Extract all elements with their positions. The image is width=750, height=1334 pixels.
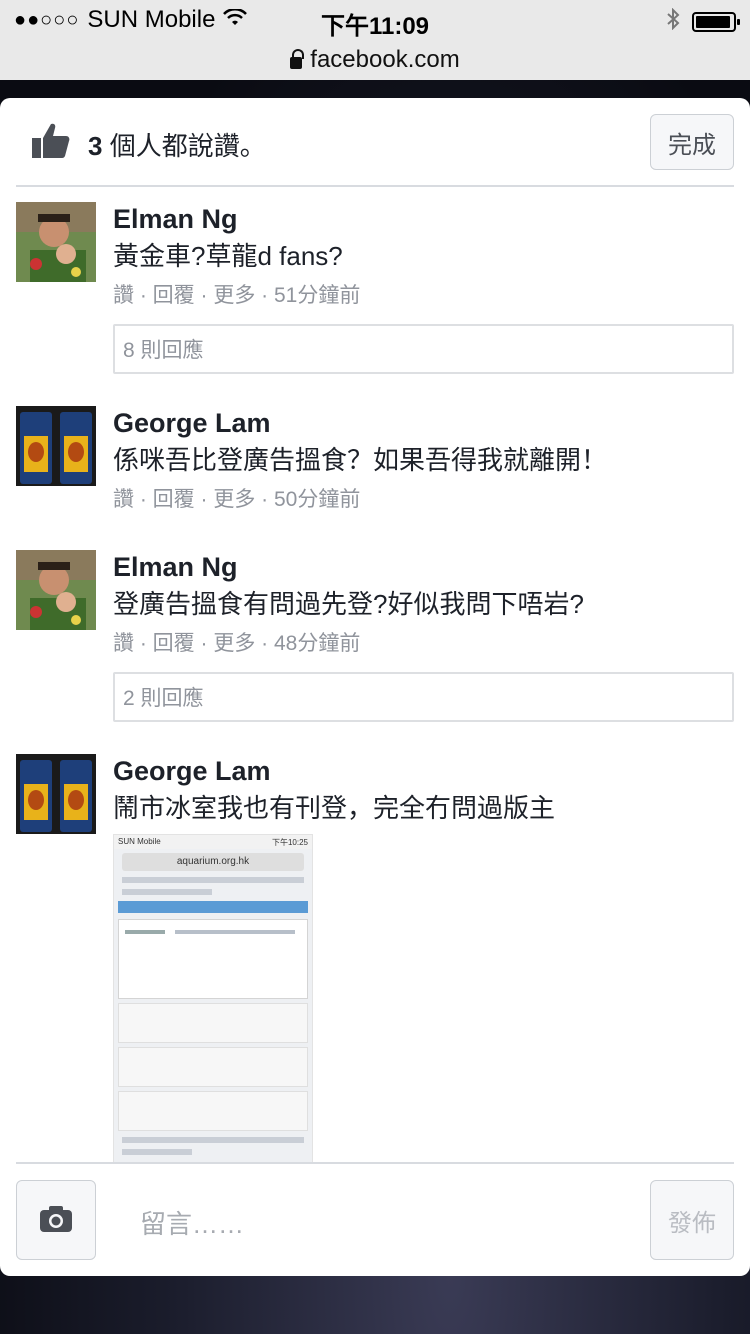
attachment-line <box>122 889 212 895</box>
comment-text: 鬧市冰室我也有刊登，完全冇問過版主 <box>113 793 556 823</box>
divider <box>16 185 734 187</box>
url-text: facebook.com <box>310 46 460 73</box>
url-bar[interactable]: facebook.com <box>0 40 750 80</box>
dialog-header: 3 個人都說讚。 完成 <box>0 98 750 188</box>
status-right <box>666 7 740 36</box>
attachment-header-row <box>118 901 308 913</box>
comment-text: 黃金車?草龍d fans? <box>113 241 343 271</box>
comment-text: 登廣告搵食有問過先登?好似我問下唔岩? <box>113 589 584 619</box>
attachment-line <box>122 877 304 883</box>
comment-actions[interactable]: 讚 · 回覆 · 更多 · 50分鐘前 <box>113 486 734 514</box>
comment-body: George Lam 係咪吾比登廣告搵食？如果吾得我就離開！ 讚 · 回覆 · … <box>113 406 734 514</box>
attached-screenshot[interactable]: SUN Mobile 下午10:25 aquarium.org.hk <box>113 834 313 1164</box>
attachment-post-row <box>118 1091 308 1131</box>
thumbs-up-icon <box>30 120 72 162</box>
clock: 下午11:09 <box>320 13 430 40</box>
view-replies-button[interactable]: 2 則回應 <box>113 672 734 722</box>
comment-text: 係咪吾比登廣告搵食？如果吾得我就離開！ <box>113 445 608 475</box>
comment-author[interactable]: George Lam <box>113 406 734 440</box>
bluetooth-icon <box>666 7 680 36</box>
comment-actions[interactable]: 讚 · 回覆 · 更多 · 51分鐘前 <box>113 282 734 310</box>
likes-summary[interactable]: 3 個人都說讚。 <box>88 126 266 163</box>
attachment-status-bar: SUN Mobile 下午10:25 <box>114 835 312 849</box>
avatar[interactable] <box>16 550 96 630</box>
comment-body: Elman Ng 黃金車?草龍d fans? 讚 · 回覆 · 更多 · 51分… <box>113 202 734 374</box>
done-button[interactable]: 完成 <box>650 114 734 170</box>
status-bar: ●●○○○ SUN Mobile 下午11:09 <box>0 0 750 40</box>
comment-body: George Lam 鬧市冰室我也有刊登，完全冇問過版主 SUN Mobile … <box>113 754 734 1164</box>
attachment-line <box>122 1149 192 1155</box>
comment-author[interactable]: Elman Ng <box>113 550 734 584</box>
lock-icon <box>290 49 305 69</box>
avatar[interactable] <box>16 202 96 282</box>
attachment-line <box>122 1137 304 1143</box>
camera-button[interactable] <box>16 1180 96 1260</box>
attachment-post-row <box>118 1047 308 1087</box>
comment-actions[interactable]: 讚 · 回覆 · 更多 · 48分鐘前 <box>113 630 734 658</box>
avatar[interactable] <box>16 754 96 834</box>
attachment-url: aquarium.org.hk <box>122 853 304 871</box>
avatar[interactable] <box>16 406 96 486</box>
attachment-post-row <box>118 1003 308 1043</box>
comment-body: Elman Ng 登廣告搵食有問過先登?好似我問下唔岩? 讚 · 回覆 · 更多… <box>113 550 734 722</box>
camera-icon <box>38 1204 74 1237</box>
like-text: 個人都說讚。 <box>102 131 266 161</box>
battery-icon <box>692 12 740 32</box>
comment-author[interactable]: Elman Ng <box>113 202 734 236</box>
attachment-time: 下午10:25 <box>271 838 308 847</box>
comments-dialog: 3 個人都說讚。 完成 Elman Ng 黃金車?草龍d fans? 讚 · 回… <box>0 98 750 1276</box>
comment-author[interactable]: George Lam <box>113 754 734 788</box>
post-button[interactable]: 發佈 <box>650 1180 734 1260</box>
comment-input[interactable] <box>140 1196 620 1252</box>
view-replies-button[interactable]: 8 則回應 <box>113 324 734 374</box>
attachment-post-block <box>118 919 308 999</box>
attachment-carrier: SUN Mobile <box>118 837 161 846</box>
like-count: 3 <box>88 131 103 161</box>
divider <box>16 1162 734 1164</box>
